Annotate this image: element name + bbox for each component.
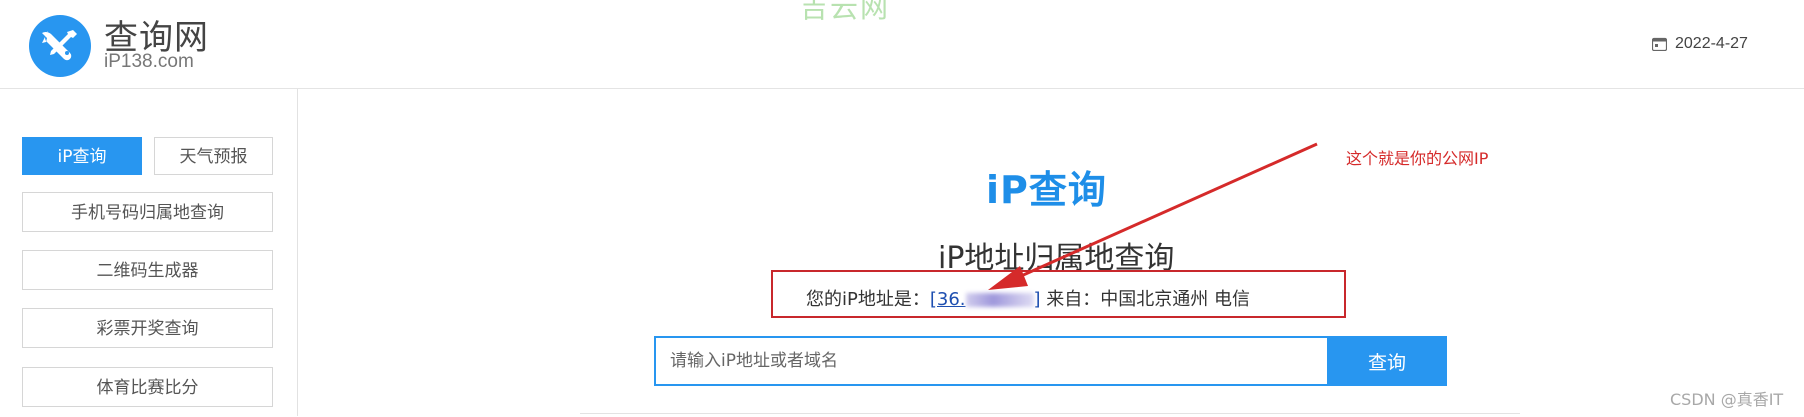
search-button[interactable]: 查询 xyxy=(1327,336,1447,386)
sidebar-item-sports[interactable]: 体育比赛比分 xyxy=(22,367,273,407)
sidebar-item-lottery[interactable]: 彩票开奖查询 xyxy=(22,308,273,348)
sidebar: iP查询 天气预报 手机号码归属地查询 二维码生成器 彩票开奖查询 体育比赛比分 xyxy=(0,89,298,416)
page-title: iP查询 xyxy=(986,168,1107,212)
ip-search-input[interactable] xyxy=(654,336,1328,386)
calendar-icon xyxy=(1652,37,1667,51)
highlight-box xyxy=(771,270,1346,318)
credit-watermark: CSDN @真香IT xyxy=(1670,390,1784,409)
sidebar-item-weather[interactable]: 天气预报 xyxy=(154,137,273,175)
site-header: 查询网 iP138.com 吉云网 2022-4-27 xyxy=(0,0,1804,89)
sidebar-item-phone-lookup[interactable]: 手机号码归属地查询 xyxy=(22,192,273,232)
sidebar-item-ip-query[interactable]: iP查询 xyxy=(22,137,142,175)
wrench-screwdriver-icon[interactable] xyxy=(29,15,91,77)
current-date: 2022-4-27 xyxy=(1675,35,1748,52)
table-top-edge xyxy=(580,413,1520,417)
sidebar-item-qrcode[interactable]: 二维码生成器 xyxy=(22,250,273,290)
date-display: 2022-4-27 xyxy=(1652,33,1748,55)
annotation-text: 这个就是你的公网IP xyxy=(1346,149,1489,168)
watermark-text: 吉云网 xyxy=(800,0,891,24)
site-domain[interactable]: iP138.com xyxy=(104,51,194,73)
